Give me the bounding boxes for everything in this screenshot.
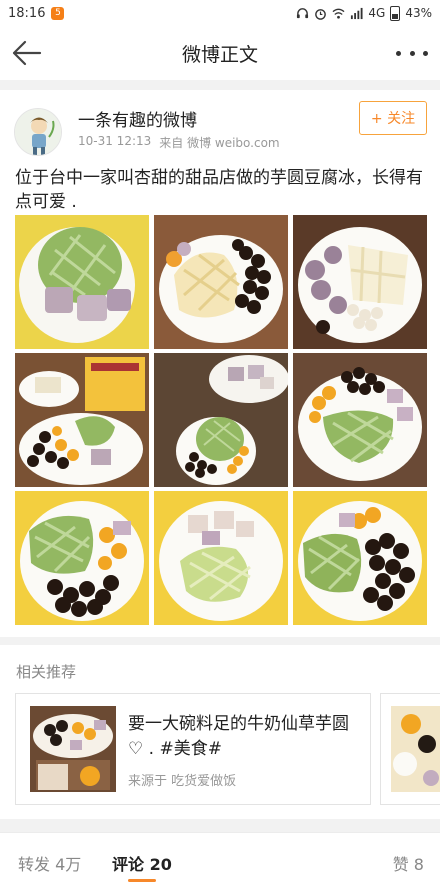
active-tab-indicator (128, 879, 156, 882)
more-options-icon[interactable] (396, 38, 428, 68)
related-card-thumbnail (30, 706, 116, 792)
nav-bar: 微博正文 (0, 26, 440, 80)
battery-percent: 43% (405, 6, 432, 20)
author-name[interactable]: 一条有趣的微博 (78, 106, 197, 131)
post-source: 来自 微博 weibo.com (159, 136, 280, 150)
dessert-photo-7[interactable] (15, 491, 149, 625)
notification-badge: 5 (51, 6, 65, 20)
headphones-icon (297, 7, 309, 18)
follow-button[interactable]: + 关注 (359, 101, 427, 135)
dessert-photo-1[interactable] (15, 215, 149, 349)
dessert-photo-2[interactable] (154, 215, 288, 349)
dessert-photo-9[interactable] (293, 491, 427, 625)
tab-repost[interactable]: 转发 4万 (18, 851, 81, 875)
dessert-photo-5[interactable] (154, 353, 288, 487)
wifi-icon (332, 8, 345, 19)
dessert-photo-6[interactable] (293, 353, 427, 487)
back-arrow-icon[interactable] (10, 38, 42, 68)
avatar[interactable] (14, 108, 62, 156)
image-grid (15, 215, 427, 625)
related-card-title: 要一大碗料足的牛奶仙草芋圆 ♡ . #美食# (128, 714, 349, 759)
post-date: 10-31 12:13 (78, 134, 152, 148)
related-section: 相关推荐 要一大碗料足的牛奶仙草芋圆 ♡ . #美食# 来源于 吃货爱做饭 (0, 645, 440, 819)
status-bar: 18:16 5 4G 43% (0, 0, 440, 26)
related-card-source: 来源于 吃货爱做饭 (128, 774, 237, 789)
bottom-tabs: 转发 4万 评论 20 赞 8 (0, 832, 440, 890)
related-card-next[interactable] (380, 693, 440, 805)
tab-like[interactable]: 赞 8 (393, 851, 424, 875)
dessert-photo-4[interactable] (15, 353, 149, 487)
status-icons: 4G 43% (296, 5, 432, 21)
related-card-next-thumbnail (391, 706, 440, 792)
battery-icon (390, 5, 401, 21)
signal-icon (351, 7, 363, 19)
post-card: 一条有趣的微博 10-31 12:13 来自 微博 weibo.com + 关注… (0, 90, 440, 637)
page-title: 微博正文 (181, 43, 258, 66)
post-text: 位于台中一家叫杏甜的甜品店做的芋圆豆腐冰，长得有点可爱 . (15, 168, 423, 212)
status-time: 18:16 (8, 5, 46, 21)
avatar-image (15, 109, 61, 155)
dessert-photo-3[interactable] (293, 215, 427, 349)
alarm-icon (315, 8, 327, 20)
post-meta: 10-31 12:13 来自 微博 weibo.com (78, 134, 280, 151)
dessert-photo-8[interactable] (154, 491, 288, 625)
tab-comment[interactable]: 评论 20 (112, 851, 172, 875)
related-title: 相关推荐 (16, 663, 77, 681)
related-card[interactable]: 要一大碗料足的牛奶仙草芋圆 ♡ . #美食# 来源于 吃货爱做饭 (15, 693, 371, 805)
network-type: 4G (368, 6, 386, 20)
